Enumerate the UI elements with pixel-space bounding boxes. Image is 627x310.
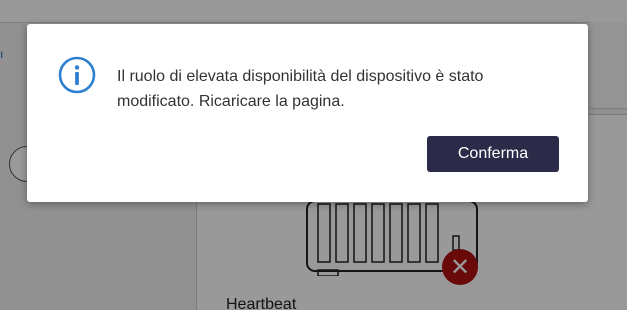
dialog-message: Il ruolo di elevata disponibilità del di… bbox=[117, 68, 484, 110]
info-icon bbox=[58, 56, 96, 94]
confirm-button[interactable]: Conferma bbox=[427, 136, 559, 172]
info-dialog: Il ruolo di elevata disponibilità del di… bbox=[27, 24, 588, 202]
app-window: ı ✕ Heartbeat Il ruolo di elevata dispon… bbox=[0, 0, 627, 310]
